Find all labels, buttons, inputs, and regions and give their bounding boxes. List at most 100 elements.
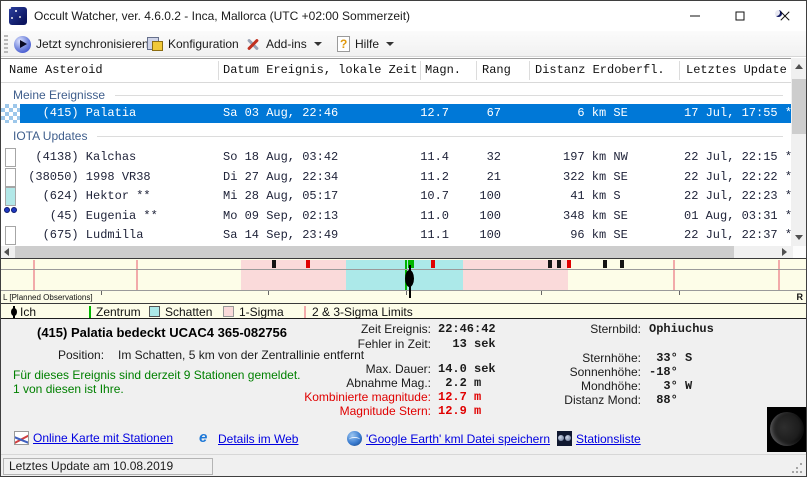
vertical-scroll-thumb[interactable] [792,79,806,134]
ruler-tick [268,291,269,295]
moon-phase-image [767,407,806,452]
table-row[interactable]: (624) Hektor ** Mi 28 Aug, 05:17 10.7 10… [1,187,792,206]
legend-label-23sigma: 2 & 3-Sigma Limits [312,305,413,319]
column-divider [529,61,530,80]
sync-button[interactable]: Jetzt synchronisieren [10,31,153,57]
column-header-magn[interactable]: Magn. [425,59,461,82]
column-header-update[interactable]: Letztes Update [686,59,787,82]
scroll-up-button[interactable] [791,58,806,75]
cell-date: Sa 14 Sep, 23:49 [223,228,339,242]
minimize-button[interactable] [672,1,717,31]
cell-update: 22 Jul, 22:15 * [684,150,793,164]
label-abnahme-mag: Abnahme Mag.: [346,376,431,390]
horizontal-scrollbar[interactable] [1,246,793,258]
chart-gridline [1,290,806,291]
header-divider [1,82,791,83]
hilfe-button[interactable]: Hilfe [333,31,398,57]
konfiguration-button[interactable]: Konfiguration [143,31,243,57]
cell-magn: 11.1 [420,228,449,242]
row-checkbox[interactable] [5,167,16,187]
table-row[interactable]: (38050) 1998 VR38 Di 27 Aug, 22:34 11.2 … [1,167,792,187]
title-bar[interactable]: Occult Watcher, ver. 4.6.0.2 - Inca, Mal… [1,1,806,31]
resize-grip[interactable] [792,463,802,473]
group-label: IOTA Updates [13,129,88,143]
status-bar: Letztes Update am 10.08.2019 19:13:44 [1,454,806,476]
table-row[interactable]: (675) Ludmilla Sa 14 Sep, 23:49 11.1 100… [1,226,792,245]
me-marker [405,270,414,287]
label-kombinierte-magnitude: Kombinierte magnitude: [304,390,431,404]
me-marker-icon [9,306,18,318]
toolbar-grip[interactable] [4,35,8,53]
sync-label: Jetzt synchronisieren [36,37,149,51]
column-divider [679,61,680,80]
cell-dist: 96 km SE [563,228,628,242]
web-details-link-label[interactable]: Details im Web [218,432,298,446]
vertical-scrollbar[interactable] [791,58,806,246]
value-distanz-mond: 88° [649,393,678,407]
chart-gridline [1,269,806,270]
google-earth-kml-link[interactable]: 'Google Earth' kml Datei speichern [347,431,550,446]
row-checkbox[interactable] [5,226,16,245]
addins-button[interactable]: Add-ins [240,31,326,57]
web-details-link[interactable]: e Details im Web [199,429,298,446]
cell-name: (624) Hektor ** [21,189,151,203]
app-icon [9,7,782,25]
column-header-date[interactable]: Datum Ereignis, lokale Zeit [223,59,417,82]
group-header-meine-ereignisse[interactable]: Meine Ereignisse [1,86,789,104]
cell-rang: 67 [486,106,501,120]
scroll-down-button[interactable] [791,229,806,246]
group-line [115,94,783,96]
cell-magn: 11.4 [420,150,449,164]
config-icon [147,36,163,52]
scrollbar-corner [793,246,806,258]
sigma-limit-line [778,260,780,290]
table-row[interactable]: (4138) Kalchas So 18 Aug, 03:42 11.4 32 … [1,148,793,167]
column-header-name[interactable]: Name Asteroid [9,59,103,82]
close-button[interactable] [762,1,806,31]
row-checkbox[interactable] [5,148,16,167]
cell-date: Sa 03 Aug, 22:46 [223,106,339,120]
cell-magn: 11.0 [420,208,449,223]
position-label: Position: [58,348,105,362]
cell-dist: 41 km S [563,189,621,203]
sigma-limit-line [673,260,675,290]
maximize-button[interactable] [717,1,762,31]
band-1sigma [241,260,346,290]
ruler-tick [541,291,542,295]
chart-legend: Ich Zentrum Schatten 1-Sigma 2 & 3-Sigma… [1,305,806,320]
internet-explorer-icon: e [199,429,208,446]
band-1sigma [463,260,568,290]
column-header-rang[interactable]: Rang [482,59,511,82]
table-row[interactable]: (415) Palatia Sa 03 Aug, 22:46 12.7 67 6… [1,104,792,123]
value-sternhoehe: 33° S [649,351,693,365]
online-map-link[interactable]: Online Karte mit Stationen [14,431,173,445]
horizontal-scroll-thumb[interactable] [15,246,734,258]
scroll-left-button[interactable] [1,246,15,258]
stations-list-link-label[interactable]: Stationsliste [576,432,641,446]
cell-rang: 100 [479,189,501,203]
window-title: Occult Watcher, ver. 4.6.0.2 - Inca, Mal… [34,9,411,23]
station-mark [272,260,276,268]
label-max-dauer: Max. Dauer: [365,362,431,376]
table-row[interactable]: (45) Eugenia ** Mo 09 Sep, 02:13 11.0 10… [1,206,792,226]
row-shadow-marker[interactable] [5,187,16,206]
planned-observation-marker[interactable] [1,104,20,123]
cell-name: (675) Ludmilla [21,228,144,242]
group-header-iota-updates[interactable]: IOTA Updates [1,127,789,145]
tools-icon [244,36,261,53]
google-earth-link-label[interactable]: 'Google Earth' kml Datei speichern [366,432,550,446]
sync-icon [14,35,31,53]
scroll-right-button[interactable] [777,246,791,258]
row-observers-icon[interactable] [4,206,18,226]
group-line [97,135,783,137]
cell-name: (38050) 1998 VR38 [21,169,151,184]
online-map-link-label[interactable]: Online Karte mit Stationen [33,431,173,445]
group-label: Meine Ereignisse [13,88,106,102]
your-station-text: 1 von diesen ist Ihre. [13,382,124,396]
sigma1-swatch-icon [223,306,234,317]
chart-ruler: L [Planned Observations] R [1,291,806,304]
column-header-dist[interactable]: Distanz Erdoberfl. [535,59,665,82]
cell-name: (45) Eugenia ** [21,208,158,223]
stations-list-link[interactable]: Stationsliste [557,431,641,446]
station-mark [431,260,435,268]
